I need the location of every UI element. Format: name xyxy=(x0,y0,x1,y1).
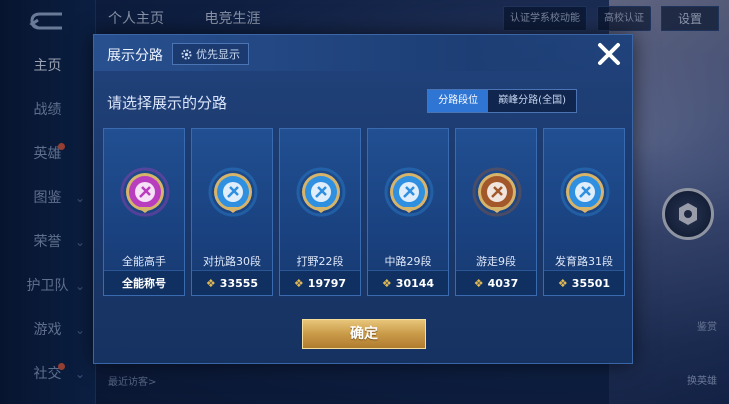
lane-card[interactable]: 全能高手 全能称号 xyxy=(103,128,185,296)
lane-card[interactable]: 打野22段 ❖ 19797 xyxy=(279,128,361,296)
lane-card-label: 全能高手 xyxy=(122,255,166,268)
roam-badge-icon xyxy=(472,167,522,217)
lane-card-label: 打野22段 xyxy=(296,255,344,268)
lane-card-footer-value: 35501 xyxy=(571,276,611,290)
lane-card-footer: ❖ 33555 xyxy=(192,270,272,295)
lane-card[interactable]: 发育路31段 ❖ 35501 xyxy=(543,128,625,296)
dialog-title: 展示分路 xyxy=(107,48,163,64)
lane-card-footer: ❖ 19797 xyxy=(280,270,360,295)
lane-card-footer-value: 4037 xyxy=(487,276,519,290)
mid-lane-badge-icon xyxy=(384,167,434,217)
points-icon: ❖ xyxy=(557,276,568,290)
lane-card-footer: ❖ 30144 xyxy=(368,270,448,295)
lane-card-footer: 全能称号 xyxy=(104,270,184,295)
lane-card[interactable]: 游走9段 ❖ 4037 xyxy=(455,128,537,296)
points-icon: ❖ xyxy=(381,276,392,290)
lane-card-footer: ❖ 35501 xyxy=(544,270,624,295)
lane-card[interactable]: 中路29段 ❖ 30144 xyxy=(367,128,449,296)
points-icon: ❖ xyxy=(205,276,216,290)
jungle-badge-icon xyxy=(296,167,346,217)
lane-card-footer-value: 30144 xyxy=(395,276,435,290)
lane-display-dialog: 展示分路 优先显示 请选择展示的分路 分路段位 巅峰分路(全国) 全能高手全能称… xyxy=(93,34,633,364)
gear-icon xyxy=(181,48,192,60)
lane-card-footer-value: 19797 xyxy=(307,276,347,290)
toggle-peak-lane[interactable]: 巅峰分路(全国) xyxy=(488,90,576,112)
farm-lane-badge-icon xyxy=(560,167,610,217)
lane-card-label: 对抗路30段 xyxy=(203,255,261,268)
priority-display-label: 优先显示 xyxy=(196,48,240,61)
points-icon: ❖ xyxy=(293,276,304,290)
lane-card-list: 全能高手 全能称号 对抗路30段 ❖ 33555 打野22段 ❖ 19797 中路29段 ❖ 301… xyxy=(103,128,625,296)
toggle-lane-rank[interactable]: 分路段位 xyxy=(428,90,489,112)
lane-card-footer: ❖ 4037 xyxy=(456,270,536,295)
all-rounder-badge-icon xyxy=(120,167,170,217)
lane-card-footer-value: 33555 xyxy=(219,276,259,290)
confirm-button[interactable]: 确定 xyxy=(302,319,426,349)
lane-card-label: 中路29段 xyxy=(384,255,432,268)
lane-card-label: 游走9段 xyxy=(476,255,516,268)
lane-card-footer-value: 全能称号 xyxy=(122,277,166,290)
close-icon[interactable] xyxy=(596,41,622,67)
clash-lane-badge-icon xyxy=(208,167,258,217)
lane-card-label: 发育路31段 xyxy=(555,255,613,268)
priority-display-button[interactable]: 优先显示 xyxy=(172,43,249,65)
points-icon: ❖ xyxy=(473,276,484,290)
lane-card[interactable]: 对抗路30段 ❖ 33555 xyxy=(191,128,273,296)
dialog-subtitle: 请选择展示的分路 xyxy=(107,94,228,112)
lane-mode-toggle: 分路段位 巅峰分路(全国) xyxy=(427,89,577,113)
